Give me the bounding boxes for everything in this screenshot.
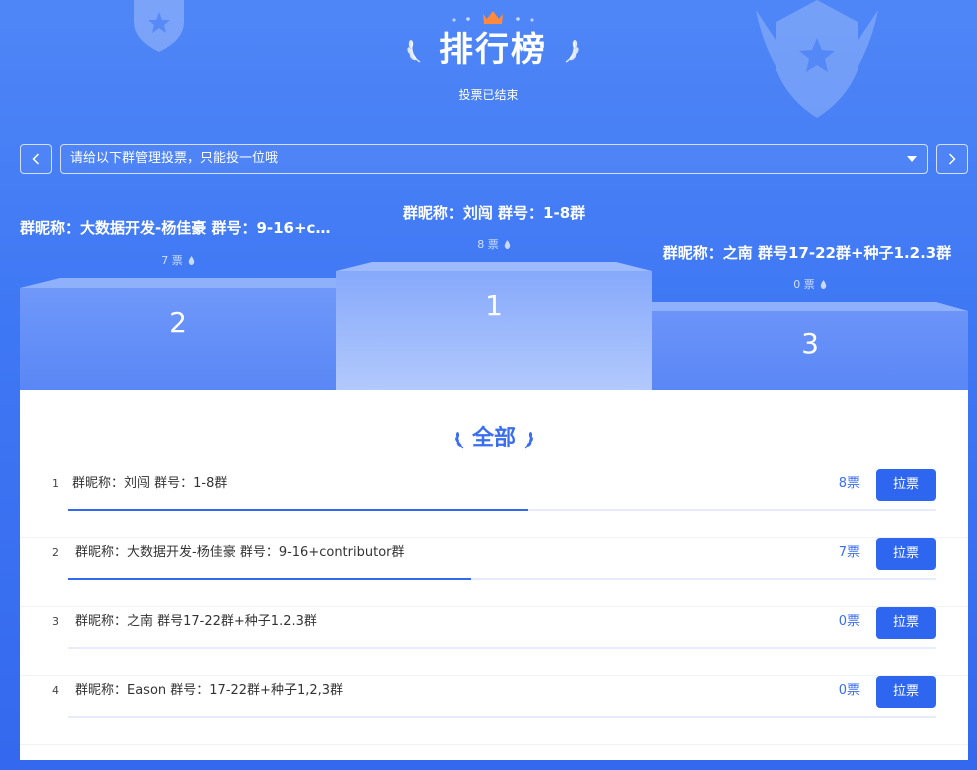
topic-select[interactable]: 请给以下群管理投票，只能投一位哦: [60, 144, 928, 174]
section-title-text: 全部: [471, 426, 516, 451]
ranking-list-panel: 全部 1 群昵称：刘闯 群号：1-8群 8票 拉票 2 群昵称：大数据开发-杨佳…: [20, 390, 968, 760]
title-row: 排行榜: [406, 28, 580, 74]
row-votes: 7票: [838, 545, 860, 560]
podium-first-votes: 8 票: [336, 236, 652, 252]
row-votes: 0票: [838, 614, 860, 629]
podium-first-rank: 1: [336, 271, 652, 390]
caret-down-icon: [907, 156, 917, 162]
next-topic-button[interactable]: [936, 144, 968, 174]
vote-progress-track: [68, 578, 936, 580]
laurel-right-icon: [565, 40, 579, 63]
row-name: 群昵称：刘闯 群号：1-8群: [72, 476, 228, 491]
podium-third-name: 群昵称：之南 群号17-22群+种子1.2.3群: [662, 244, 952, 262]
drop-icon: [820, 280, 826, 289]
row-rank: 1: [52, 477, 59, 490]
vote-status: 投票已结束: [458, 88, 519, 102]
laurel-right-icon: [524, 432, 533, 449]
vote-progress-track: [68, 716, 936, 718]
list-item: 1 群昵称：刘闯 群号：1-8群 8票 拉票: [20, 469, 968, 538]
drop-icon: [504, 240, 510, 249]
canvass-button[interactable]: 拉票: [876, 676, 936, 708]
row-votes: 8票: [838, 476, 860, 491]
row-votes: 0票: [838, 683, 860, 698]
section-title: 全部: [20, 422, 968, 456]
podium-second: 2: [20, 278, 336, 390]
vote-progress-fill: [68, 578, 471, 580]
chevron-right-icon: [948, 153, 956, 165]
row-rank: 2: [52, 546, 59, 559]
podium-first-votes-text: 8 票: [477, 238, 499, 251]
laurel-left-icon: [407, 40, 421, 63]
row-name: 群昵称：之南 群号17-22群+种子1.2.3群: [75, 614, 317, 629]
podium-third-rank: 3: [652, 311, 968, 390]
podium-second-rank: 2: [20, 288, 336, 390]
list-item: 3 群昵称：之南 群号17-22群+种子1.2.3群 0票 拉票: [20, 607, 968, 676]
podium-third-votes: 0 票: [652, 276, 968, 292]
list-item: 2 群昵称：大数据开发-杨佳豪 群号：9-16+contributor群 7票 …: [20, 538, 968, 607]
chevron-left-icon: [32, 153, 40, 165]
podium-first: 1: [336, 262, 652, 390]
crown-icon: [452, 11, 534, 24]
row-name: 群昵称：大数据开发-杨佳豪 群号：9-16+contributor群: [75, 545, 405, 560]
podium-second-name: 群昵称：大数据开发-杨佳豪 群号：9-16+contributor群: [20, 219, 332, 237]
podium-third: 3: [652, 302, 968, 390]
vote-progress-track: [68, 647, 936, 649]
canvass-button[interactable]: 拉票: [876, 469, 936, 501]
laurel-left-icon: [455, 432, 464, 449]
row-rank: 4: [52, 684, 59, 697]
header: 排行榜 投票已结束: [0, 0, 977, 120]
drop-icon: [188, 256, 194, 265]
prev-topic-button[interactable]: [20, 144, 52, 174]
podium-second-top: [20, 278, 336, 288]
podium-first-name: 群昵称：刘闯 群号：1-8群: [402, 204, 586, 222]
topic-select-value: 请给以下群管理投票，只能投一位哦: [70, 151, 279, 166]
canvass-button[interactable]: 拉票: [876, 538, 936, 570]
podium-first-top: [336, 262, 652, 271]
canvass-button[interactable]: 拉票: [876, 607, 936, 639]
vote-progress-fill: [68, 509, 529, 511]
list-item: 4 群昵称：Eason 群号：17-22群+种子1,2,3群 0票 拉票: [20, 676, 968, 745]
row-rank: 3: [52, 615, 59, 628]
podium-second-votes-text: 7 票: [161, 254, 183, 267]
podium-third-votes-text: 0 票: [793, 278, 815, 291]
podium-second-votes: 7 票: [20, 252, 336, 268]
page-title: 排行榜: [439, 30, 547, 70]
podium-third-top: [652, 302, 968, 311]
row-name: 群昵称：Eason 群号：17-22群+种子1,2,3群: [75, 683, 344, 698]
vote-progress-track: [68, 509, 936, 511]
